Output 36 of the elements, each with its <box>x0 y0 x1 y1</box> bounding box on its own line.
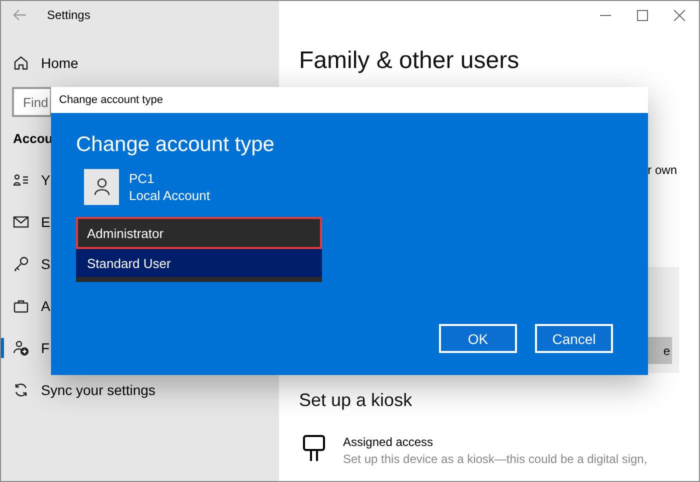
dropdown-option[interactable]: Standard User <box>76 249 322 277</box>
sidebar-item[interactable]: S <box>41 256 50 272</box>
section-heading: Accou <box>13 131 53 148</box>
maximize-icon[interactable] <box>637 10 648 20</box>
briefcase-icon <box>13 298 29 314</box>
person-list-icon <box>13 172 29 188</box>
sidebar-item[interactable]: A <box>41 298 50 314</box>
section-heading: Set up a kiosk <box>299 390 414 411</box>
people-add-icon <box>13 340 29 356</box>
window-title: Settings <box>47 8 90 22</box>
item-title[interactable]: Assigned access <box>343 435 648 449</box>
account-type-dropdown[interactable]: Administrator Standard User <box>76 217 322 282</box>
sidebar-item[interactable]: E <box>41 214 50 230</box>
mail-icon <box>13 214 29 230</box>
home-icon <box>13 55 29 71</box>
sidebar-item[interactable]: F <box>41 340 50 356</box>
dialog-title: Change account type <box>59 94 163 106</box>
body-text: r own <box>648 163 677 177</box>
action-button[interactable]: e <box>648 337 672 364</box>
search-field[interactable]: Find <box>12 87 52 117</box>
ok-button[interactable]: OK <box>439 324 517 353</box>
sidebar-item[interactable]: Sync your settings <box>41 382 156 398</box>
avatar-icon <box>84 169 119 205</box>
sidebar-item[interactable]: Y <box>41 172 50 188</box>
kiosk-icon <box>303 435 325 461</box>
account-type: Local Account <box>129 188 210 203</box>
home-link[interactable]: Home <box>41 55 78 71</box>
cancel-button[interactable]: Cancel <box>535 324 613 353</box>
account-name: PC1 <box>129 171 156 186</box>
sync-icon <box>13 382 29 398</box>
page-title: Family & other users <box>299 47 520 75</box>
close-icon[interactable] <box>674 10 685 20</box>
dialog-heading: Change account type <box>76 133 276 157</box>
dropdown-option[interactable]: Administrator <box>76 217 322 249</box>
key-icon <box>13 256 29 272</box>
item-description: Set up this device as a kiosk—this could be a digital sign, <box>343 452 648 466</box>
